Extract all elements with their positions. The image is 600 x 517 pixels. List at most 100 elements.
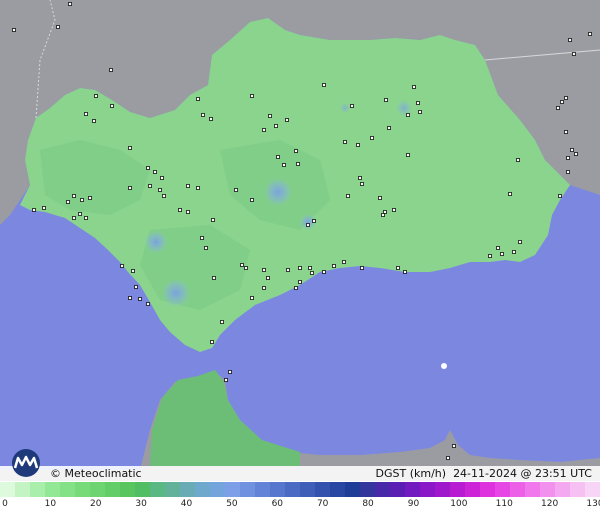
legend-tick-label: 20 (90, 499, 102, 509)
station-marker (109, 68, 113, 72)
station-marker (488, 254, 492, 258)
legend-swatch (555, 482, 570, 497)
legend-swatch (360, 482, 375, 497)
legend-swatch (15, 482, 30, 497)
legend-tick-label: 10 (44, 499, 57, 509)
station-marker (500, 252, 504, 256)
station-marker (308, 266, 312, 270)
legend-tick-label: 30 (135, 499, 147, 509)
legend-swatch (405, 482, 420, 497)
station-marker (566, 156, 570, 160)
station-marker (564, 96, 568, 100)
station-marker (92, 119, 96, 123)
station-marker (68, 2, 72, 6)
legend-swatch (225, 482, 240, 497)
station-marker (250, 94, 254, 98)
station-marker (508, 192, 512, 196)
legend-swatch (240, 482, 255, 497)
legend-swatch (300, 482, 315, 497)
station-marker (88, 196, 92, 200)
legend-swatch (390, 482, 405, 497)
station-marker (56, 25, 60, 29)
gust-blob (262, 176, 294, 208)
legend-swatch (315, 482, 330, 497)
station-marker (558, 194, 562, 198)
station-marker (392, 208, 396, 212)
station-marker (343, 140, 347, 144)
station-marker (403, 270, 407, 274)
station-marker (406, 113, 410, 117)
station-marker (446, 456, 450, 460)
alboran-island (441, 363, 447, 369)
legend-swatch (195, 482, 210, 497)
station-marker (66, 200, 70, 204)
legend-swatch (270, 482, 285, 497)
station-marker (381, 213, 385, 217)
legend-swatch (45, 482, 60, 497)
station-marker (312, 219, 316, 223)
parameter-timestamp: DGST (km/h) 24-11-2024 @ 23:51 UTC (376, 466, 592, 481)
station-marker (572, 52, 576, 56)
station-marker (370, 136, 374, 140)
station-marker (306, 223, 310, 227)
station-marker (282, 163, 286, 167)
station-marker (516, 158, 520, 162)
brand-label: © Meteoclimatic (50, 467, 142, 480)
station-marker (250, 296, 254, 300)
legend-swatch (540, 482, 555, 497)
station-marker (72, 194, 76, 198)
legend-tick-label: 120 (541, 499, 559, 509)
station-marker (406, 153, 410, 157)
legend-tick-label: 0 (2, 499, 8, 509)
station-marker (78, 212, 82, 216)
station-marker (244, 266, 248, 270)
station-marker (588, 32, 592, 36)
station-marker (128, 296, 132, 300)
legend-swatch (495, 482, 510, 497)
station-marker (262, 128, 266, 132)
station-marker (12, 28, 16, 32)
station-marker (148, 184, 152, 188)
station-marker (196, 97, 200, 101)
gust-map (0, 0, 600, 481)
station-marker (570, 148, 574, 152)
station-marker (378, 196, 382, 200)
station-marker (32, 208, 36, 212)
station-marker (228, 370, 232, 374)
station-marker (186, 210, 190, 214)
station-marker (210, 340, 214, 344)
station-marker (294, 286, 298, 290)
legend-swatch (30, 482, 45, 497)
legend-swatch (450, 482, 465, 497)
station-marker (296, 162, 300, 166)
legend-tick-label: 40 (180, 499, 193, 509)
station-marker (322, 270, 326, 274)
station-marker (360, 266, 364, 270)
station-marker (72, 216, 76, 220)
station-marker (196, 186, 200, 190)
legend-swatch (345, 482, 360, 497)
station-marker (412, 85, 416, 89)
station-marker (120, 264, 124, 268)
legend-tick-label: 130 (586, 499, 600, 509)
legend-tick-label: 110 (495, 499, 513, 509)
legend-swatch (135, 482, 150, 497)
station-marker (387, 126, 391, 130)
station-marker (286, 268, 290, 272)
legend-swatch (570, 482, 585, 497)
station-marker (564, 130, 568, 134)
station-marker (146, 302, 150, 306)
station-marker (94, 94, 98, 98)
legend-swatch (285, 482, 300, 497)
station-marker (211, 218, 215, 222)
station-marker (84, 216, 88, 220)
station-marker (146, 166, 150, 170)
station-marker (556, 106, 560, 110)
legend-swatch (165, 482, 180, 497)
station-marker (346, 194, 350, 198)
station-marker (383, 210, 387, 214)
station-marker (186, 184, 190, 188)
station-marker (134, 285, 138, 289)
legend-swatches (0, 482, 600, 497)
station-marker (153, 170, 157, 174)
